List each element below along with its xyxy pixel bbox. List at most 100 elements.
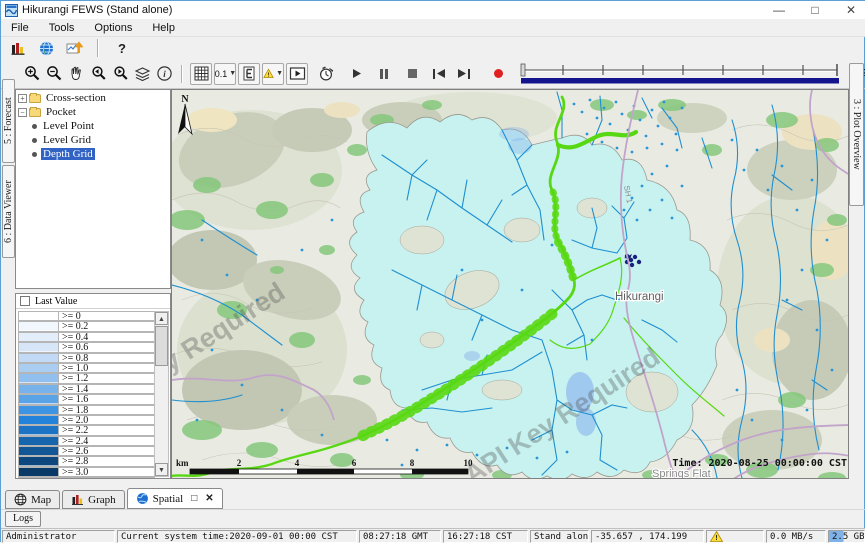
legend-row: >= 3.2: [18, 477, 155, 479]
pause-icon: [380, 69, 388, 79]
folder-icon: [29, 94, 41, 103]
tree-item-depth-grid[interactable]: Depth Grid: [30, 148, 170, 160]
scroll-up-icon[interactable]: ▲: [155, 312, 168, 325]
legend-row: >= 2.2: [18, 425, 155, 435]
logs-row: Logs: [1, 509, 865, 528]
legend-row: >= 1.0: [18, 363, 155, 373]
pan-button[interactable]: [65, 63, 87, 85]
maximize-button[interactable]: □: [808, 3, 822, 17]
menu-tools[interactable]: Tools: [39, 22, 85, 34]
menu-options[interactable]: Options: [84, 22, 142, 34]
tab-graph[interactable]: Graph: [62, 490, 125, 509]
tree-item-label: Pocket: [44, 106, 78, 118]
legend-row: >= 1.6: [18, 394, 155, 404]
svg-text:!: !: [714, 534, 718, 542]
globe-icon: [38, 40, 55, 57]
zoom-next-button[interactable]: [109, 63, 131, 85]
menu-file[interactable]: File: [1, 22, 39, 34]
spatial-display-button[interactable]: [35, 37, 57, 59]
zoom-out-icon: [46, 65, 63, 82]
collapse-icon[interactable]: −: [18, 108, 27, 117]
last-value-label: Last Value: [35, 296, 77, 307]
legend-row: >= 0.6: [18, 342, 155, 352]
tab-close-icon[interactable]: ✕: [205, 493, 213, 504]
svg-text:8: 8: [410, 458, 415, 468]
sidebar-tab-forecast[interactable]: 5 : Forecast: [2, 79, 15, 163]
scroll-thumb[interactable]: [155, 326, 168, 366]
tab-map[interactable]: Map: [5, 490, 60, 509]
zoom-previous-button[interactable]: [87, 63, 109, 85]
scroll-down-icon[interactable]: ▼: [155, 463, 168, 476]
tree-item-level-point[interactable]: Level Point: [30, 120, 170, 132]
tree-item-level-grid[interactable]: Level Grid: [30, 134, 170, 146]
last-value-checkbox[interactable]: [20, 296, 30, 306]
tree-item-cross-section[interactable]: + Cross-section: [16, 92, 170, 104]
tree-item-pocket[interactable]: − Pocket: [16, 106, 170, 118]
sidebar-tab-data-viewer-label: 6 : Data Viewer: [3, 180, 14, 243]
logs-tab[interactable]: Logs: [5, 511, 41, 527]
legend-row: >= 0.2: [18, 321, 155, 331]
chevron-down-icon: ▼: [229, 70, 236, 77]
database-display-button[interactable]: [7, 37, 29, 59]
record-icon: [494, 69, 503, 78]
warning-dropdown[interactable]: ! ▼: [262, 63, 284, 85]
timeseries-dialog-button[interactable]: [63, 37, 85, 59]
movie-player-icon: [289, 65, 306, 82]
timeline-slider[interactable]: [519, 61, 841, 87]
status-bar: Administrator Current system time:2020-0…: [1, 528, 865, 543]
status-coordinates: -35.657 , 174.199: [591, 530, 704, 543]
tree-item-label: Level Grid: [41, 134, 93, 146]
sidebar-tab-data-viewer[interactable]: 6 : Data Viewer: [2, 165, 15, 258]
status-gmt-time: 08:27:18 GMT: [359, 530, 441, 543]
tab-maximize-icon[interactable]: □: [191, 493, 197, 504]
svg-text:km: km: [176, 458, 189, 468]
expand-icon[interactable]: +: [18, 94, 27, 103]
zoom-in-button[interactable]: [21, 63, 43, 85]
bullet-icon: [32, 124, 37, 129]
timer-settings-button[interactable]: [315, 63, 337, 85]
main-toolbar: ?: [1, 37, 865, 59]
grid-icon: [193, 65, 210, 82]
folder-open-icon: [29, 108, 41, 117]
tab-spatial[interactable]: Spatial □ ✕: [127, 488, 223, 509]
sidebar-tab-plot-overview[interactable]: 3 : Plot Overview: [849, 63, 864, 206]
svg-text:10: 10: [464, 458, 474, 468]
step-first-button[interactable]: [429, 63, 451, 85]
legend-table: >= 0 >= 0.2 >= 0.4 >= 0.6 >= 0.8 >= 1.0 …: [18, 311, 155, 479]
play-icon: [350, 67, 363, 80]
grid-display-button[interactable]: [190, 63, 212, 85]
close-button[interactable]: ✕: [844, 3, 858, 17]
window-title: Hikurangi FEWS (Stand alone): [22, 4, 172, 16]
legend-row: >= 2.6: [18, 446, 155, 456]
animation-button[interactable]: [286, 63, 308, 85]
info-button[interactable]: i: [153, 63, 175, 85]
step-last-icon: [468, 69, 470, 79]
tab-spatial-label: Spatial: [153, 493, 184, 505]
bullet-icon: [32, 138, 37, 143]
help-button[interactable]: ?: [111, 37, 133, 59]
status-alerts[interactable]: !: [706, 530, 764, 543]
layers-icon: [134, 65, 151, 82]
legend-button[interactable]: [238, 63, 260, 85]
svg-text:!: !: [268, 72, 270, 78]
stop-button[interactable]: [401, 63, 423, 85]
legend-panel: Last Value >= 0 >= 0.2 >= 0.4 >= 0.6 >= …: [15, 293, 171, 479]
legend-row: >= 2.8: [18, 456, 155, 466]
play-button[interactable]: [345, 63, 367, 85]
record-button[interactable]: [487, 63, 509, 85]
step-last-button[interactable]: [451, 63, 473, 85]
pause-button[interactable]: [373, 63, 395, 85]
status-memory: 2.5 GB: [828, 530, 865, 543]
menu-help[interactable]: Help: [142, 22, 185, 34]
chevron-down-icon: ▼: [276, 70, 283, 77]
contour-interval-dropdown[interactable]: 0.1 ▼: [214, 63, 236, 85]
layers-button[interactable]: [131, 63, 153, 85]
tab-graph-label: Graph: [88, 494, 116, 506]
map-canvas: SH 1 API Key Required API Key Required H…: [172, 90, 849, 479]
minimize-button[interactable]: —: [772, 3, 786, 17]
warning-icon: !: [263, 65, 274, 82]
zoom-out-button[interactable]: [43, 63, 65, 85]
spatial-map[interactable]: SH 1 API Key Required API Key Required H…: [171, 89, 849, 479]
legend-scrollbar[interactable]: ▲ ▼: [154, 311, 169, 477]
data-viewer-panel: + Cross-section − Pocket Level Point Lev…: [15, 89, 171, 479]
